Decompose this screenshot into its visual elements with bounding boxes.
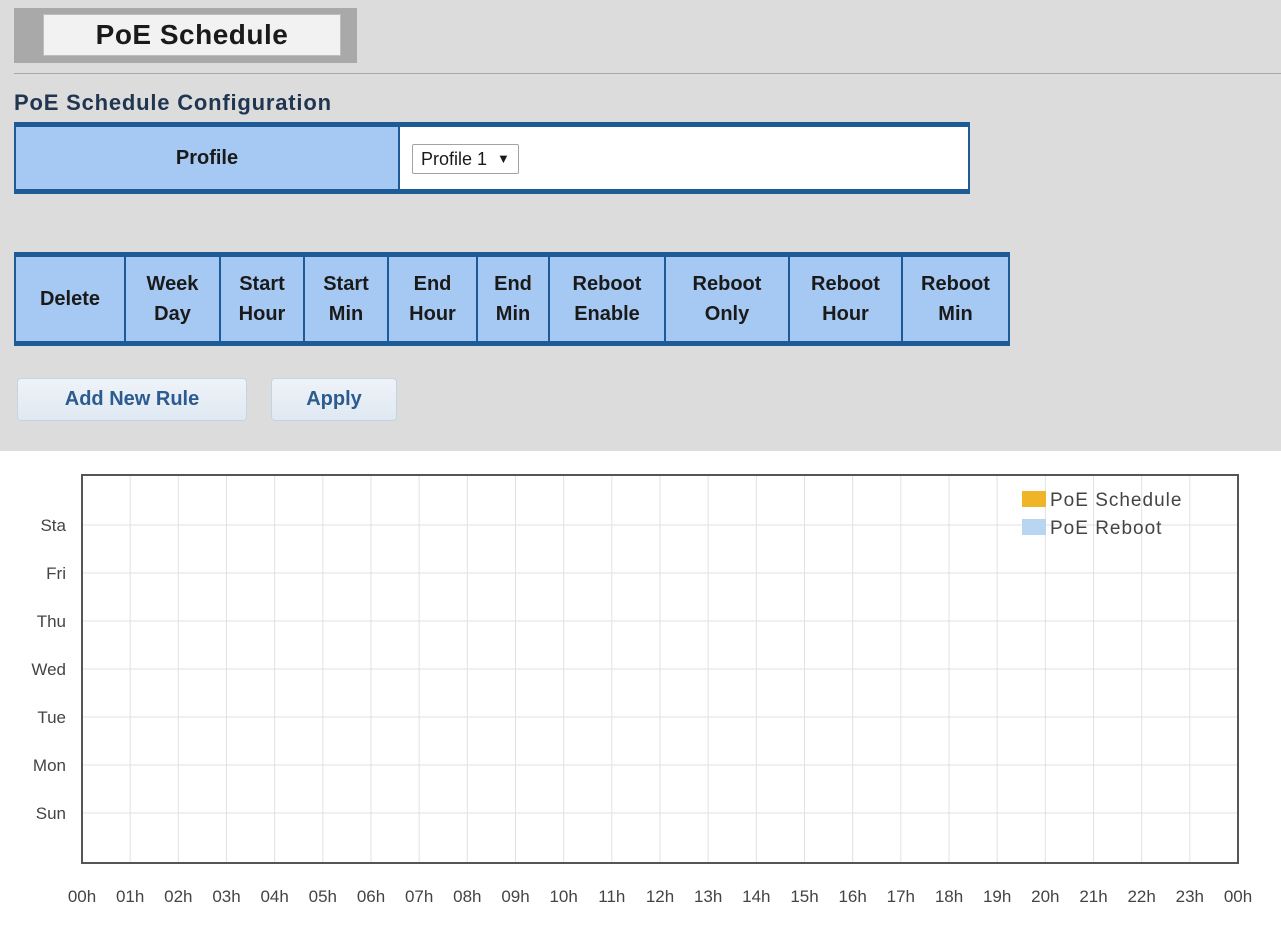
schedule-chart: Sta Fri Thu Wed Tue Mon Sun 00h 01h 02h 03h 04h 05h 0… (31, 474, 1252, 906)
col-reboot-min: Reboot Min (901, 254, 1010, 344)
x-tick-label: 19h (983, 887, 1011, 906)
y-tick-label: Sta (40, 516, 66, 535)
x-tick-label: 23h (1176, 887, 1204, 906)
profile-label: Profile (16, 127, 400, 189)
x-tick-label: 14h (742, 887, 770, 906)
col-delete: Delete (14, 254, 126, 344)
col-reboot-hour: Reboot Hour (788, 254, 903, 344)
col-end-hour: End Hour (387, 254, 478, 344)
x-tick-label: 00h (1224, 887, 1252, 906)
x-tick-label: 06h (357, 887, 385, 906)
x-tick-label: 02h (164, 887, 192, 906)
y-tick-label: Sun (36, 804, 66, 823)
page-title: PoE Schedule (43, 14, 341, 56)
x-tick-label: 07h (405, 887, 433, 906)
y-tick-label: Tue (37, 708, 66, 727)
x-tick-label: 16h (838, 887, 866, 906)
x-tick-label: 18h (935, 887, 963, 906)
apply-button[interactable]: Apply (271, 378, 397, 421)
x-tick-label: 09h (501, 887, 529, 906)
rules-table-header-row: Delete Week Day Start Hour Start Min End Hou… (14, 254, 1010, 344)
legend-label: PoE Schedule (1050, 490, 1182, 511)
title-divider (14, 73, 1281, 74)
col-week-day: Week Day (124, 254, 221, 344)
add-new-rule-button[interactable]: Add New Rule (17, 378, 247, 421)
profile-select-value: Profile 1 (421, 149, 488, 169)
x-tick-label: 00h (68, 887, 96, 906)
x-tick-label: 03h (212, 887, 240, 906)
x-tick-label: 05h (309, 887, 337, 906)
section-title: PoE Schedule Configuration (14, 90, 332, 115)
legend-swatch (1022, 519, 1046, 535)
col-start-min: Start Min (303, 254, 389, 344)
x-tick-label: 12h (646, 887, 674, 906)
rules-table: Delete Week Day Start Hour Start Min End Hou… (14, 252, 1010, 346)
x-tick-label: 10h (549, 887, 577, 906)
chevron-down-icon: ▼ (497, 151, 510, 166)
col-reboot-enable: Reboot Enable (548, 254, 666, 344)
profile-select[interactable]: Profile 1 ▼ (412, 144, 519, 174)
x-tick-label: 20h (1031, 887, 1059, 906)
y-tick-label: Thu (37, 612, 66, 631)
x-tick-label: 01h (116, 887, 144, 906)
x-tick-label: 11h (598, 887, 625, 906)
x-tick-label: 22h (1127, 887, 1155, 906)
x-tick-label: 17h (887, 887, 915, 906)
x-tick-label: 13h (694, 887, 722, 906)
x-tick-label: 04h (260, 887, 288, 906)
y-tick-label: Wed (31, 660, 66, 679)
legend-swatch (1022, 491, 1046, 507)
col-end-min: End Min (476, 254, 550, 344)
x-tick-label: 21h (1079, 887, 1107, 906)
legend-label: PoE Reboot (1050, 518, 1162, 539)
col-reboot-only: Reboot Only (664, 254, 790, 344)
y-tick-label: Fri (46, 564, 66, 583)
x-tick-label: 15h (790, 887, 818, 906)
page-title-tab: PoE Schedule (14, 8, 357, 63)
y-tick-label: Mon (33, 756, 66, 775)
x-tick-label: 08h (453, 887, 481, 906)
profile-table: Profile Profile 1 ▼ (14, 122, 970, 194)
schedule-chart-panel: Sta Fri Thu Wed Tue Mon Sun 00h 01h 02h 03h 04h 05h 0… (0, 451, 1281, 929)
col-start-hour: Start Hour (219, 254, 305, 344)
